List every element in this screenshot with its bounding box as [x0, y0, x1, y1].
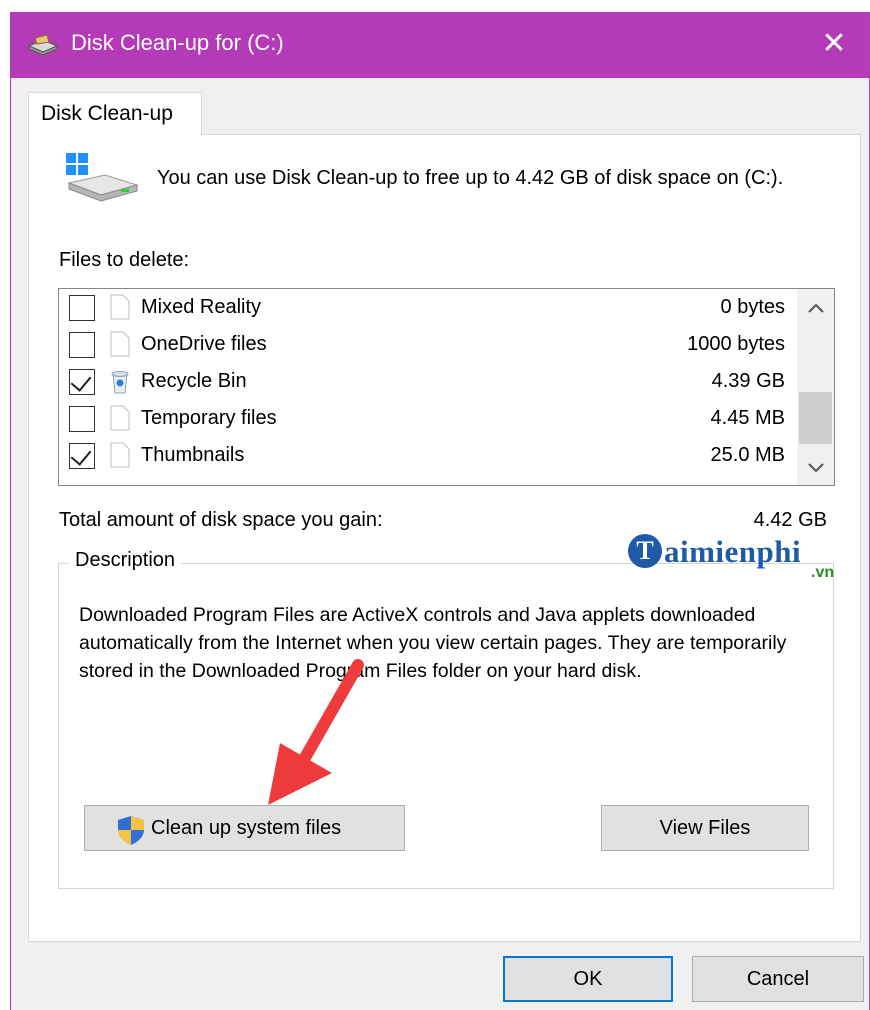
checkbox-thumbnails[interactable] — [69, 443, 95, 469]
close-icon: ✕ — [821, 27, 847, 60]
file-name: Recycle Bin — [141, 370, 247, 392]
scroll-thumb[interactable] — [799, 392, 832, 444]
files-to-delete-label: Files to delete: — [59, 249, 190, 271]
drive-icon — [66, 153, 139, 202]
cancel-button[interactable]: Cancel — [692, 956, 864, 1002]
blank-file-icon — [110, 331, 130, 357]
chevron-down-icon — [807, 463, 824, 473]
list-item[interactable]: Thumbnails 25.0 MB — [59, 438, 797, 475]
file-name: Thumbnails — [141, 444, 245, 466]
total-space-value: 4.42 GB — [753, 509, 827, 531]
scroll-up-button[interactable] — [797, 289, 834, 325]
disk-cleanup-icon — [27, 34, 59, 56]
ok-button[interactable]: OK — [503, 956, 673, 1002]
vertical-scrollbar[interactable] — [797, 289, 834, 485]
file-name: Mixed Reality — [141, 296, 262, 318]
file-size: 4.39 GB — [711, 370, 785, 392]
shield-icon — [118, 816, 144, 845]
scroll-down-button[interactable] — [797, 449, 834, 485]
file-name: Temporary files — [141, 407, 277, 429]
watermark-suffix: .vn — [811, 564, 835, 581]
list-item[interactable]: OneDrive files 1000 bytes — [59, 327, 797, 364]
close-button[interactable]: ✕ — [799, 12, 869, 78]
title-bar[interactable]: Disk Clean-up for (C:) ✕ — [11, 12, 869, 78]
file-name: OneDrive files — [141, 333, 267, 355]
watermark-badge: T — [628, 534, 662, 568]
file-size: 4.45 MB — [710, 407, 785, 429]
checkbox-recycle-bin[interactable] — [69, 369, 95, 395]
blank-file-icon — [110, 405, 130, 431]
watermark-logo: T aimienphi .vn — [626, 532, 846, 588]
view-files-button[interactable]: View Files — [601, 805, 809, 851]
files-listbox[interactable]: Mixed Reality 0 bytes OneDrive files 100… — [58, 288, 835, 486]
file-size: 0 bytes — [720, 296, 785, 318]
recycle-bin-icon — [111, 371, 129, 394]
list-item[interactable]: Temporary files 4.45 MB — [59, 401, 797, 438]
watermark-name: aimienphi — [664, 534, 802, 569]
description-legend: Description — [69, 549, 182, 572]
disk-cleanup-window: Disk Clean-up for (C:) ✕ Disk Clean-up Y… — [10, 12, 870, 1010]
total-space-label: Total amount of disk space you gain: — [59, 509, 383, 531]
blank-file-icon — [110, 442, 130, 468]
chevron-up-icon — [807, 303, 824, 313]
red-arrow-icon — [268, 659, 364, 805]
checkbox-onedrive-files[interactable] — [69, 332, 95, 358]
blank-file-icon — [110, 294, 130, 320]
checkbox-temporary-files[interactable] — [69, 406, 95, 432]
list-item[interactable]: Mixed Reality 0 bytes — [59, 290, 797, 327]
description-text: Downloaded Program Files are ActiveX con… — [79, 604, 787, 682]
file-size: 1000 bytes — [687, 333, 785, 355]
list-item[interactable]: Recycle Bin 4.39 GB — [59, 364, 797, 401]
file-size: 25.0 MB — [710, 444, 785, 466]
tab-disk-cleanup[interactable]: Disk Clean-up — [28, 92, 202, 136]
window-title: Disk Clean-up for (C:) — [71, 30, 284, 55]
checkbox-mixed-reality[interactable] — [69, 295, 95, 321]
intro-text: You can use Disk Clean-up to free up to … — [157, 167, 784, 189]
